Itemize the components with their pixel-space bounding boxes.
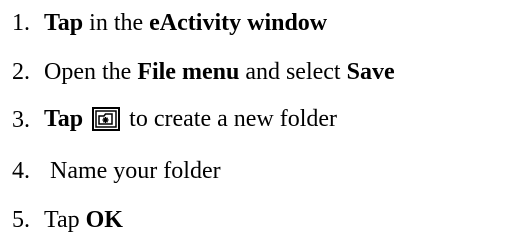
step-4: 4. Name your folder bbox=[0, 151, 221, 191]
step-text-bold: File menu bbox=[137, 59, 240, 85]
step-text-plain bbox=[83, 106, 89, 132]
step-text: Tap in the eActivity window bbox=[44, 11, 327, 35]
step-number: 5. bbox=[12, 207, 30, 233]
step-text: Tap to create a new folder bbox=[44, 106, 338, 133]
step-number: 3. bbox=[12, 107, 30, 133]
step-3: 3. Tap to create a new folder bbox=[0, 100, 337, 140]
step-text-bold: Save bbox=[346, 59, 395, 85]
step-text: Name your folder bbox=[44, 159, 221, 183]
step-text-bold: OK bbox=[85, 207, 123, 233]
step-text-plain: and select bbox=[239, 59, 347, 85]
step-text-plain: in the bbox=[83, 10, 150, 36]
new-folder-icon bbox=[92, 106, 121, 131]
step-text-plain: to create a new folder bbox=[123, 106, 338, 133]
step-text-plain: Open the bbox=[44, 59, 138, 85]
step-number: 4. bbox=[12, 158, 30, 184]
step-2: 2. Open the File menu and select Save bbox=[0, 52, 395, 92]
step-text-bold: eActivity window bbox=[149, 10, 328, 36]
step-5: 5. Tap OK bbox=[0, 200, 123, 240]
step-1: 1. Tap in the eActivity window bbox=[0, 3, 327, 43]
step-text-plain: Tap bbox=[44, 207, 86, 233]
step-text: Open the File menu and select Save bbox=[44, 60, 395, 84]
step-text-bold: Tap bbox=[44, 106, 84, 133]
step-text-bold: Tap bbox=[44, 10, 84, 36]
step-text: Tap OK bbox=[44, 208, 123, 232]
step-number: 1. bbox=[12, 10, 30, 36]
step-number: 2. bbox=[12, 59, 30, 85]
step-text-plain: Name your folder bbox=[44, 158, 221, 184]
